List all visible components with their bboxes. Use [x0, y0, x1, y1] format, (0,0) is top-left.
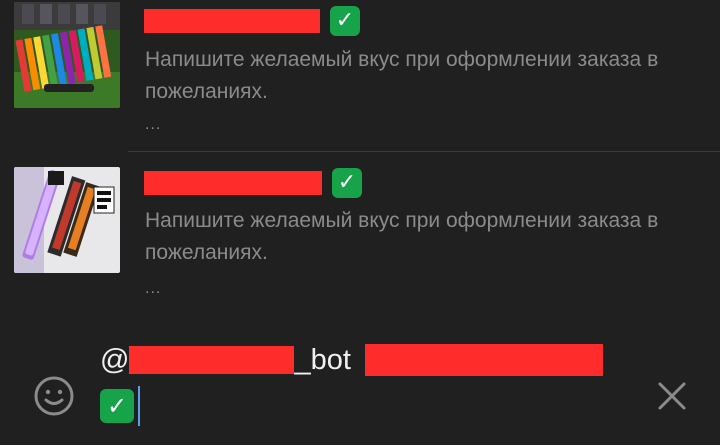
mention-prefix: @: [100, 343, 130, 376]
result-thumbnail: [14, 167, 120, 273]
inline-result-item[interactable]: ✓ Напишите желаемый вкус при оформлении …: [0, 0, 720, 152]
redacted-query: [364, 344, 603, 376]
redacted-username: [129, 346, 295, 374]
bot-suffix: _bot: [294, 343, 351, 376]
result-thumbnail: [14, 2, 120, 108]
result-divider: [128, 151, 720, 152]
redacted-title: [144, 9, 320, 33]
check-mark-icon: ✓: [330, 6, 360, 36]
check-mark-icon: ✓: [100, 389, 134, 423]
close-x-icon: [658, 382, 686, 410]
vape-device-boxes-image: [14, 167, 120, 273]
result-title: ✓: [144, 4, 360, 38]
vape-bars-image: [14, 2, 120, 108]
clear-input-button[interactable]: [654, 378, 690, 414]
check-mark-icon: ✓: [332, 168, 362, 198]
emoji-button[interactable]: [32, 374, 76, 418]
input-text-line: @ _bot: [100, 338, 603, 382]
inline-bot-results-screen: ✓ Напишите желаемый вкус при оформлении …: [0, 0, 720, 445]
result-more: ...: [145, 280, 162, 297]
text-caret: [138, 386, 140, 426]
redacted-title: [144, 171, 322, 195]
result-title: ✓: [144, 166, 362, 200]
emoji-smile-icon: [34, 376, 74, 416]
inline-results-list: ✓ Напишите желаемый вкус при оформлении …: [0, 0, 720, 310]
message-input[interactable]: @ _bot ✓: [100, 338, 640, 428]
result-more: ...: [145, 116, 162, 133]
result-description: Напишите желаемый вкус при оформлении за…: [145, 48, 659, 103]
input-text-line-2: ✓: [100, 386, 140, 426]
result-description: Напишите желаемый вкус при оформлении за…: [145, 209, 659, 264]
